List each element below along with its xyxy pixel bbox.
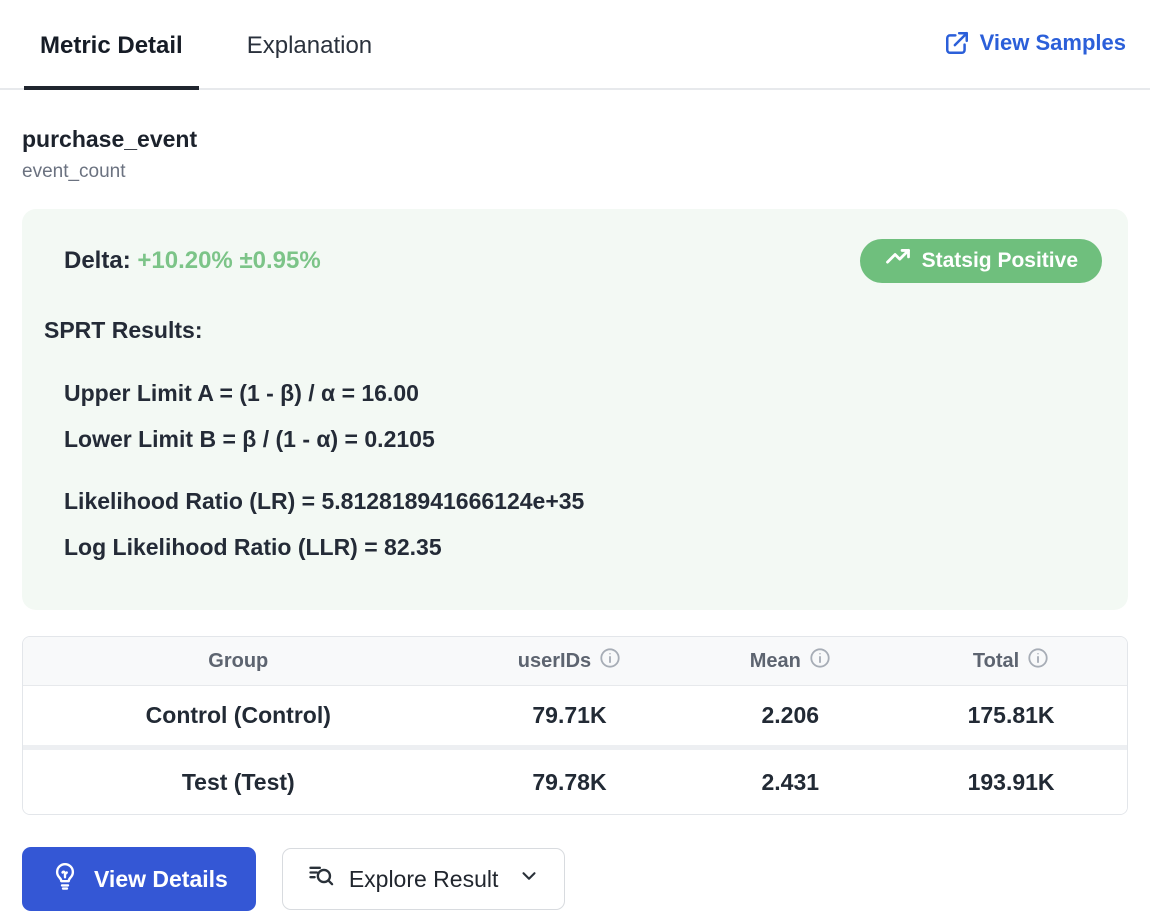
control-mean-cell: 2.206: [685, 686, 896, 750]
metric-detail-panel: purchase_event event_count Delta: +10.20…: [0, 126, 1150, 911]
upper-limit-formula: Upper Limit A = (1 - β) / α = 16.00: [64, 380, 419, 406]
delta-text: Delta: +10.20% ±0.95%: [64, 247, 321, 275]
total-header-label: Total: [972, 649, 1020, 672]
delta-label: Delta:: [64, 247, 131, 274]
view-samples-link[interactable]: View Samples: [944, 30, 1126, 88]
metric-name: purchase_event: [22, 126, 198, 152]
group-header-label: Group: [208, 649, 269, 672]
table-header-row: Group userIDs Mean Total: [23, 637, 1127, 686]
chevron-down-icon: [518, 865, 540, 893]
mean-header-label: Mean: [749, 649, 801, 672]
test-total-cell: 193.91K: [895, 750, 1127, 814]
sprt-results-panel: Delta: +10.20% ±0.95% Statsig Positive S…: [22, 209, 1128, 610]
view-details-button[interactable]: View Details: [22, 847, 256, 911]
table-row-control: Control (Control) 79.71K 2.206 175.81K: [23, 686, 1127, 750]
info-icon[interactable]: [809, 647, 831, 675]
column-header-total: Total: [895, 637, 1127, 686]
explore-result-label: Explore Result: [348, 865, 499, 892]
table-row-test: Test (Test) 79.78K 2.431 193.91K: [23, 750, 1127, 814]
control-userids-cell: 79.71K: [453, 686, 686, 750]
column-header-mean: Mean: [685, 637, 896, 686]
column-header-userids: userIDs: [453, 637, 686, 686]
sprt-results-heading: SPRT Results:: [44, 317, 203, 343]
tab-bar: Metric Detail Explanation View Samples: [0, 0, 1150, 90]
trend-up-icon: [884, 244, 912, 278]
column-header-group: Group: [23, 637, 454, 686]
likelihood-ratio: Likelihood Ratio (LR) = 5.81281894166612…: [64, 488, 585, 514]
lightbulb-icon: [50, 861, 80, 897]
badge-label: Statsig Positive: [921, 249, 1078, 272]
likelihood-group: Likelihood Ratio (LR) = 5.81281894166612…: [44, 478, 1102, 570]
test-userids-cell: 79.78K: [453, 750, 686, 814]
userids-header-label: userIDs: [517, 649, 592, 672]
delta-value: +10.20%: [137, 247, 233, 274]
delta-margin: ±0.95%: [239, 247, 321, 274]
metric-type: event_count: [22, 161, 126, 182]
tab-metric-detail[interactable]: Metric Detail: [24, 32, 199, 90]
test-mean-cell: 2.431: [685, 750, 896, 814]
control-total-cell: 175.81K: [895, 686, 1127, 750]
metric-heading: purchase_event event_count: [22, 126, 1128, 183]
lower-limit-formula: Lower Limit B = β / (1 - α) = 0.2105: [64, 426, 435, 452]
info-icon[interactable]: [1027, 647, 1049, 675]
explore-search-icon: [307, 862, 335, 896]
log-likelihood-ratio: Log Likelihood Ratio (LLR) = 82.35: [64, 534, 442, 560]
delta-row: Delta: +10.20% ±0.95% Statsig Positive: [44, 239, 1102, 283]
view-samples-label: View Samples: [979, 30, 1126, 55]
view-details-label: View Details: [94, 865, 228, 892]
control-group-cell: Control (Control): [23, 686, 454, 750]
explore-result-button[interactable]: Explore Result: [281, 848, 566, 910]
info-icon[interactable]: [599, 647, 621, 675]
external-link-icon: [944, 30, 970, 56]
tab-explanation[interactable]: Explanation: [231, 32, 388, 90]
statsig-positive-badge: Statsig Positive: [859, 239, 1102, 283]
group-results-table: Group userIDs Mean Total Control (Contro…: [22, 636, 1128, 815]
sprt-limits-group: Upper Limit A = (1 - β) / α = 16.00 Lowe…: [44, 370, 1102, 462]
action-buttons-row: View Details Explore Result: [22, 847, 1128, 911]
test-group-cell: Test (Test): [23, 750, 454, 814]
